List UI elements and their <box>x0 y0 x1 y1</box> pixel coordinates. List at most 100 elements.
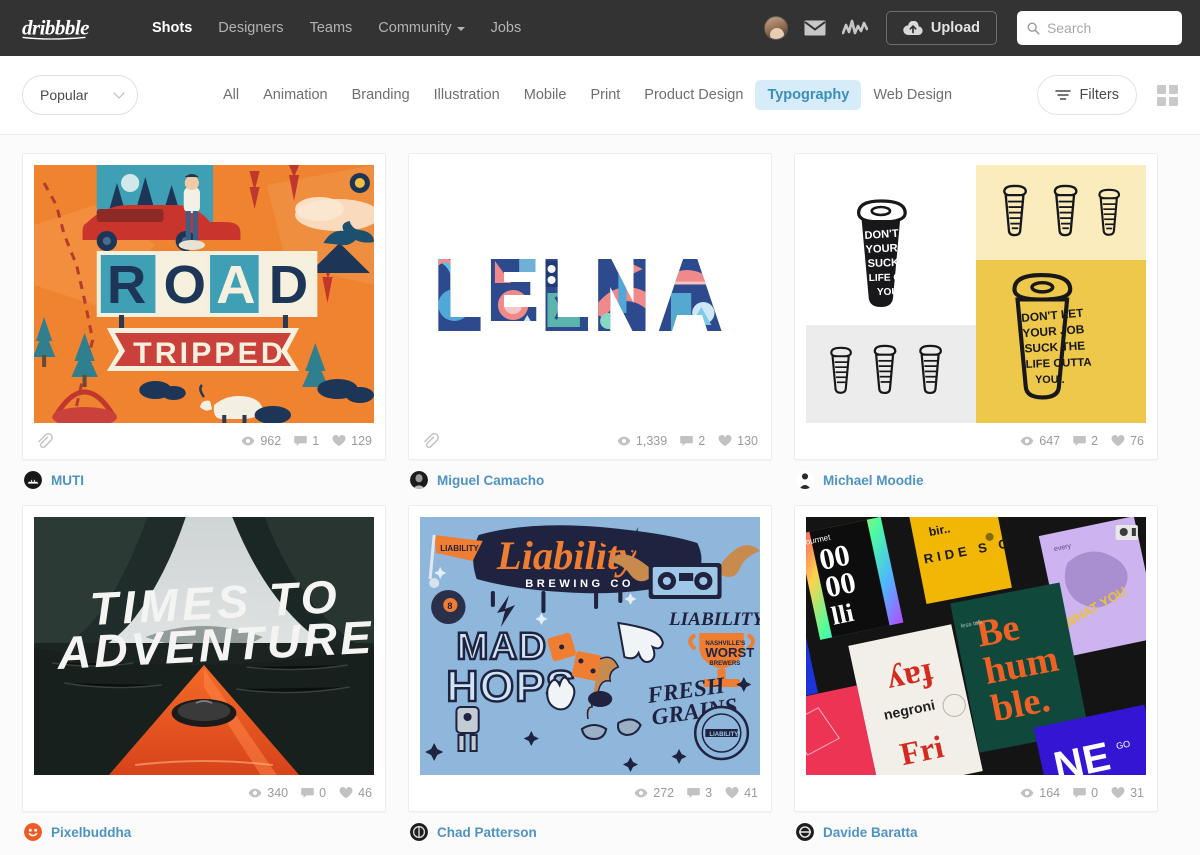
views-count: 1,339 <box>635 434 668 448</box>
views-count: 647 <box>1039 434 1061 448</box>
shot-card-liability-brewing[interactable]: Liability BREWING CO LIABILITY 8 LIABILI… <box>408 505 772 841</box>
attachment-icon <box>422 432 439 450</box>
shot-card-body: DON'T LET YOUR JOB SUCK THE LIFE OUTTA Y… <box>794 153 1158 460</box>
nav-label: Jobs <box>490 20 522 36</box>
heart-icon <box>1111 787 1125 799</box>
comment-icon <box>1073 788 1086 798</box>
category-tab-print[interactable]: Print <box>578 80 632 110</box>
svg-text:LIABILITY: LIABILITY <box>709 732 738 738</box>
shot-stats: 962 1 129 <box>241 434 372 448</box>
top-nav-actions: Upload <box>763 11 1182 45</box>
shot-stats-bar: 340 0 46 <box>34 775 374 811</box>
shot-card-poster-collage[interactable]: 00 00 lli Gourmet bir.. RIDE S O WHAT YO… <box>794 505 1158 841</box>
category-tabs: All Animation Branding Illustration Mobi… <box>211 80 964 110</box>
search-input[interactable] <box>1046 20 1172 36</box>
nav-link-teams[interactable]: Teams <box>310 20 353 36</box>
nav-label: Shots <box>152 20 193 36</box>
comments-stat: 2 <box>680 434 705 448</box>
shot-author[interactable]: Michael Moodie <box>794 471 1158 489</box>
activity-icon[interactable] <box>841 19 868 37</box>
views-count: 164 <box>1039 786 1061 800</box>
shot-author[interactable]: MUTI <box>22 471 386 489</box>
heart-icon <box>332 435 346 447</box>
category-tab-all[interactable]: All <box>211 80 251 110</box>
filters-button[interactable]: Filters <box>1036 75 1137 115</box>
author-name[interactable]: Miguel Camacho <box>437 473 544 488</box>
cloud-upload-icon <box>903 20 923 35</box>
shot-card-coffee-lettering[interactable]: DON'T LET YOUR JOB SUCK THE LIFE OUTTA Y… <box>794 153 1158 489</box>
shot-author[interactable]: Miguel Camacho <box>408 471 772 489</box>
upload-button[interactable]: Upload <box>885 11 997 45</box>
comments-stat: 1 <box>294 434 319 448</box>
author-name[interactable]: Davide Baratta <box>823 825 918 840</box>
likes-count: 46 <box>358 786 372 800</box>
envelope-icon[interactable] <box>804 20 826 36</box>
shot-thumbnail-elena[interactable] <box>420 165 760 423</box>
shot-author[interactable]: Chad Patterson <box>408 823 772 841</box>
shot-thumbnail-poster-collage[interactable]: 00 00 lli Gourmet bir.. RIDE S O WHAT YO… <box>806 517 1146 775</box>
views-count: 340 <box>267 786 289 800</box>
svg-text:YOU..: YOU.. <box>1035 374 1064 386</box>
category-tab-illustration[interactable]: Illustration <box>422 80 512 110</box>
views-stat: 272 <box>634 786 674 800</box>
shot-author[interactable]: Davide Baratta <box>794 823 1158 841</box>
category-tab-web-design[interactable]: Web Design <box>861 80 964 110</box>
shot-stats: 272 3 41 <box>634 786 758 800</box>
avatar[interactable] <box>763 16 788 40</box>
shot-thumbnail-times-to-adventure[interactable]: TIMES TO ADVENTURE <box>34 517 374 775</box>
author-name[interactable]: Chad Patterson <box>437 825 537 840</box>
nav-label: Designers <box>218 20 284 36</box>
shot-author[interactable]: Pixelbuddha <box>22 823 386 841</box>
likes-count: 31 <box>1130 786 1144 800</box>
shot-card-body: TIMES TO ADVENTURE 340 0 46 <box>22 505 386 812</box>
likes-stat: 76 <box>1111 434 1144 448</box>
nav-link-jobs[interactable]: Jobs <box>491 20 522 36</box>
svg-text:LIABILITY: LIABILITY <box>440 544 479 553</box>
category-tab-typography[interactable]: Typography <box>755 80 862 110</box>
shot-card-times-to-adventure[interactable]: TIMES TO ADVENTURE 340 0 46 Pixelbuddha <box>22 505 386 841</box>
shot-card-elena[interactable]: 1,339 2 130 Miguel Camacho <box>408 153 772 489</box>
comments-count: 3 <box>705 786 713 800</box>
shot-card-body: 1,339 2 130 <box>408 153 772 460</box>
filters-label: Filters <box>1079 87 1119 103</box>
views-count: 272 <box>653 786 675 800</box>
nav-link-designers[interactable]: Designers <box>218 20 283 36</box>
category-tab-animation[interactable]: Animation <box>251 80 339 110</box>
shot-stats-bar: 962 1 129 <box>34 423 374 459</box>
shot-stats-bar: 272 3 41 <box>420 775 760 811</box>
svg-text:D: D <box>269 254 308 315</box>
author-name[interactable]: Michael Moodie <box>823 473 924 488</box>
comment-icon <box>680 436 693 446</box>
author-name[interactable]: Pixelbuddha <box>51 825 131 840</box>
svg-text:SUCK THE: SUCK THE <box>867 256 924 270</box>
author-name[interactable]: MUTI <box>51 473 84 488</box>
svg-text:R: R <box>107 254 146 315</box>
category-tab-product-design[interactable]: Product Design <box>632 80 755 110</box>
svg-text:O: O <box>164 254 206 315</box>
likes-stat: 41 <box>725 786 758 800</box>
shot-thumbnail-liability-brewing[interactable]: Liability BREWING CO LIABILITY 8 LIABILI… <box>420 517 760 775</box>
dribbble-logo[interactable]: dribbble <box>22 13 127 43</box>
views-stat: 1,339 <box>617 434 667 448</box>
likes-count: 130 <box>737 434 758 448</box>
shot-thumbnail-road-tripped[interactable]: R O A D TRIPPED <box>34 165 374 423</box>
comments-count: 2 <box>698 434 706 448</box>
shot-thumbnail-coffee-lettering[interactable]: DON'T LET YOUR JOB SUCK THE LIFE OUTTA Y… <box>806 165 1146 423</box>
sort-dropdown[interactable]: Popular <box>22 75 138 115</box>
search-box[interactable] <box>1017 11 1182 45</box>
shot-card-road-tripped[interactable]: R O A D TRIPPED 962 1 129 MUTI <box>22 153 386 489</box>
shot-card-body: 00 00 lli Gourmet bir.. RIDE S O WHAT YO… <box>794 505 1158 812</box>
nav-link-community[interactable]: Community <box>378 20 465 36</box>
shot-card-body: Liability BREWING CO LIABILITY 8 LIABILI… <box>408 505 772 812</box>
category-tab-mobile[interactable]: Mobile <box>512 80 579 110</box>
svg-text:dribbble: dribbble <box>22 15 89 39</box>
likes-count: 129 <box>351 434 372 448</box>
views-count: 962 <box>260 434 282 448</box>
comments-stat: 2 <box>1073 434 1098 448</box>
category-tab-branding[interactable]: Branding <box>340 80 422 110</box>
shot-stats: 1,339 2 130 <box>617 434 758 448</box>
grid-view-toggle-icon[interactable] <box>1157 84 1178 106</box>
svg-text:8: 8 <box>447 601 452 611</box>
nav-link-shots[interactable]: Shots <box>152 20 192 36</box>
eye-icon <box>241 436 255 446</box>
